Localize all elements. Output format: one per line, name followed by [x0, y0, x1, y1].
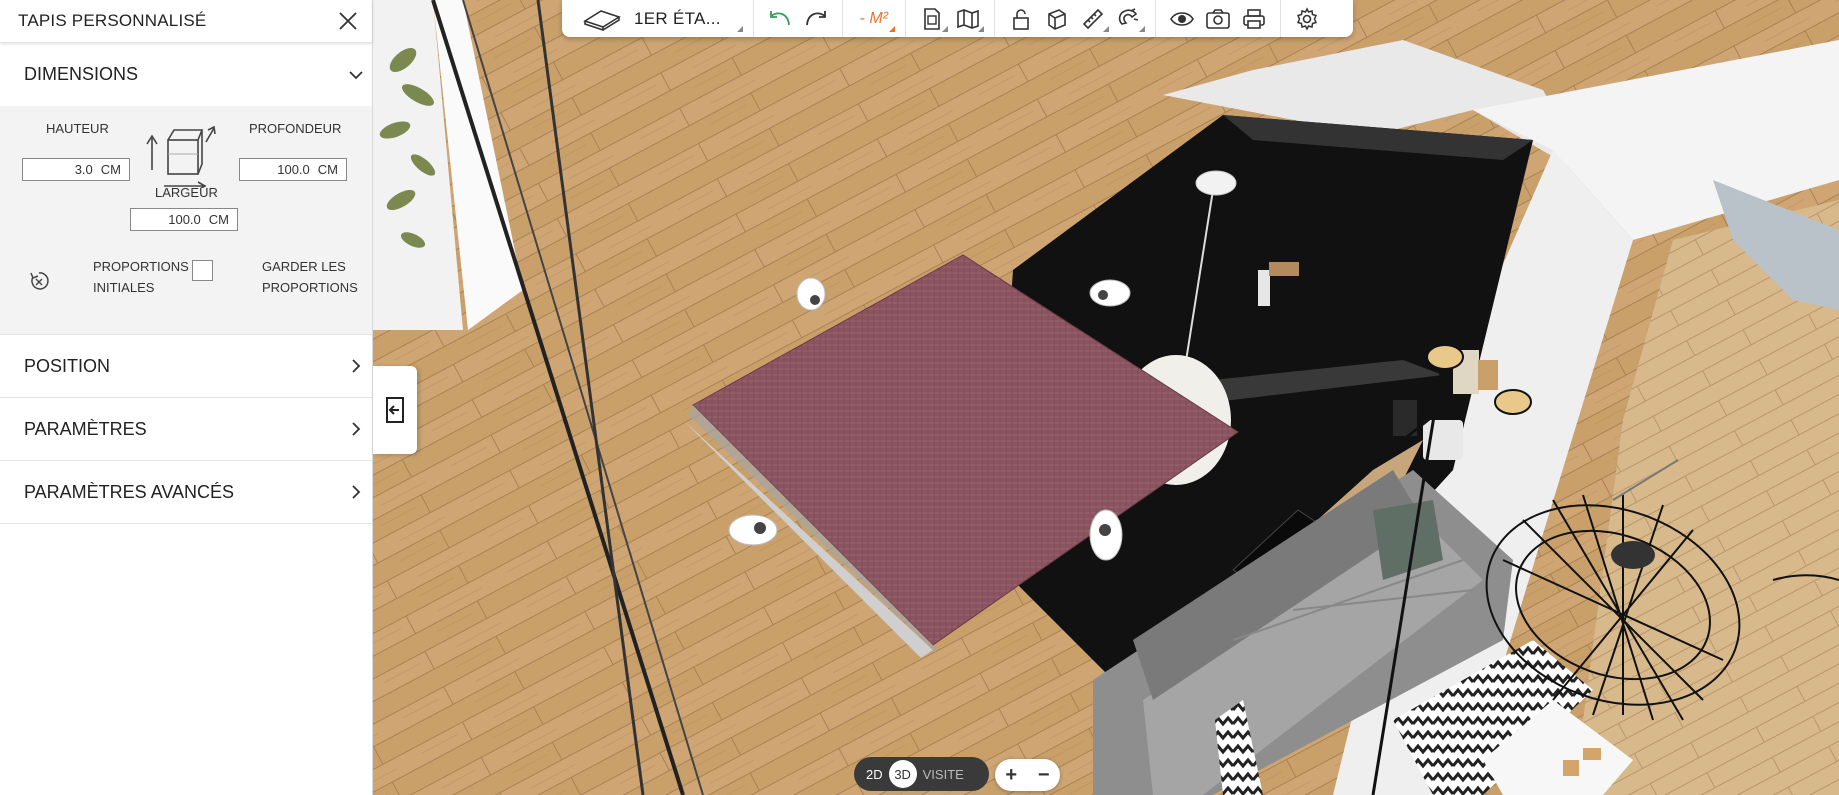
chevron-right-icon	[348, 421, 364, 437]
section-position-label: POSITION	[24, 355, 111, 376]
plan-group	[906, 0, 995, 37]
panel-header: TAPIS PERSONNALISÉ	[0, 0, 372, 43]
unlock-icon	[1012, 8, 1029, 30]
chevron-right-icon	[348, 358, 364, 374]
3d-scene	[373, 0, 1839, 795]
rotate-handle-center[interactable]	[1089, 279, 1131, 307]
printer-icon	[1242, 8, 1265, 29]
zoom-in-button[interactable]: +	[999, 764, 1023, 787]
profondeur-input[interactable]: 100.0 CM	[239, 158, 347, 181]
settings-group	[1281, 0, 1333, 37]
floor-name: 1ER ÉTA...	[634, 8, 721, 28]
largeur-value: 100.0	[168, 212, 201, 227]
collapse-left-icon	[386, 397, 404, 423]
section-avances-header[interactable]: PARAMÈTRES AVANCÉS	[0, 461, 372, 524]
largeur-input[interactable]: 100.0 CM	[130, 208, 238, 231]
camera-icon	[1205, 8, 1230, 29]
lock-button[interactable]	[1003, 3, 1039, 35]
dimensions-body: HAUTEUR 3.0 CM LARGEUR 100.0 CM PROFONDE…	[0, 106, 372, 335]
settings-button[interactable]	[1289, 3, 1325, 35]
profondeur-label: PROFONDEUR	[249, 121, 342, 136]
ruler-icon	[1082, 8, 1103, 29]
history-group	[754, 0, 843, 37]
map-icon	[956, 8, 979, 29]
largeur-unit: CM	[208, 212, 229, 227]
section-parametres-header[interactable]: PARAMÈTRES	[0, 398, 372, 461]
rotate-handle-left[interactable]	[728, 514, 778, 546]
mode-3d-button[interactable]: 3D	[888, 760, 917, 788]
tools-group	[995, 0, 1156, 37]
chevron-down-icon	[348, 67, 364, 83]
area-group: - M²	[843, 0, 906, 37]
chevron-right-icon	[348, 484, 364, 500]
hauteur-value: 3.0	[74, 162, 93, 177]
mode-2d-button[interactable]: 2D	[860, 767, 889, 782]
hauteur-unit: CM	[100, 162, 121, 177]
redo-icon	[805, 10, 826, 25]
undo-button[interactable]	[762, 3, 798, 35]
document-icon	[923, 7, 940, 30]
section-avances-label: PARAMÈTRES AVANCÉS	[24, 481, 235, 502]
profondeur-unit: CM	[317, 162, 338, 177]
redo-button[interactable]	[798, 3, 834, 35]
visibility-button[interactable]	[1164, 3, 1200, 35]
hauteur-input[interactable]: 3.0 CM	[22, 158, 130, 181]
keep-proportions-label: GARDER LES PROPORTIONS	[262, 259, 358, 295]
undo-icon	[769, 10, 790, 25]
main-toolbar: 1ER ÉTA... - M²	[562, 0, 1353, 37]
largeur-label: LARGEUR	[155, 185, 218, 200]
floor-group: 1ER ÉTA...	[562, 0, 754, 37]
mode-visit-button[interactable]: VISITE	[917, 767, 970, 782]
view-group	[1156, 0, 1281, 37]
close-icon	[339, 12, 357, 30]
panel-title: TAPIS PERSONNALISÉ	[18, 11, 207, 30]
area-button[interactable]: - M²	[851, 3, 897, 35]
view-mode-switcher: 2D 3D VISITE	[854, 757, 989, 791]
magnet-button[interactable]	[1111, 3, 1147, 35]
dimensions-box-icon	[146, 125, 216, 188]
properties-panel: TAPIS PERSONNALISÉ DIMENSIONS HAUTEUR 3.…	[0, 0, 373, 795]
floor-selector-button[interactable]: 1ER ÉTA...	[570, 3, 745, 35]
hauteur-label: HAUTEUR	[46, 121, 109, 136]
measure-button[interactable]	[1075, 3, 1111, 35]
cube-icon	[1047, 8, 1066, 30]
rotate-handle-top[interactable]	[796, 277, 826, 311]
cube-view-button[interactable]	[1039, 3, 1075, 35]
area-label: - M²	[859, 9, 888, 27]
gear-icon	[1296, 6, 1317, 31]
rotate-handle-right[interactable]	[1089, 509, 1123, 561]
magnet-icon	[1118, 7, 1138, 25]
close-panel-button[interactable]	[336, 9, 360, 33]
reset-proportions-button[interactable]	[28, 270, 50, 297]
document-button[interactable]	[914, 3, 950, 35]
eye-icon	[1169, 11, 1194, 26]
section-parametres-label: PARAMÈTRES	[24, 418, 147, 439]
proportions-initiales-label: PROPORTIONS INITIALES	[93, 259, 189, 295]
zoom-controls: + −	[995, 759, 1060, 791]
profondeur-value: 100.0	[277, 162, 310, 177]
3d-viewport[interactable]	[373, 0, 1839, 795]
section-dimensions-label: DIMENSIONS	[24, 64, 139, 84]
section-dimensions-header[interactable]: DIMENSIONS	[0, 43, 372, 106]
collapse-panel-button[interactable]	[373, 366, 417, 454]
map-button[interactable]	[950, 3, 986, 35]
keep-proportions-checkbox[interactable]	[192, 260, 213, 281]
print-button[interactable]	[1236, 3, 1272, 35]
zoom-out-button[interactable]: −	[1032, 764, 1056, 787]
section-position-header[interactable]: POSITION	[0, 335, 372, 398]
camera-button[interactable]	[1200, 3, 1236, 35]
reset-icon	[30, 272, 49, 290]
floor-plane-icon	[583, 9, 621, 31]
